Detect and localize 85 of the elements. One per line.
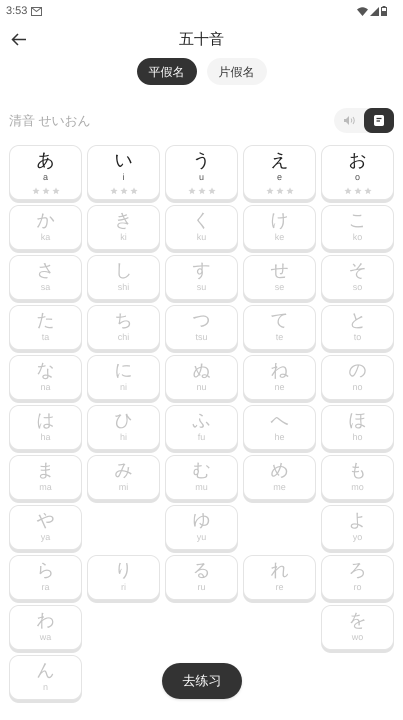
kana-character: を (348, 609, 366, 631)
star-icon (364, 187, 372, 195)
kana-card[interactable]: い i (87, 145, 160, 200)
star-icon (130, 187, 138, 195)
kana-character: も (348, 459, 366, 481)
kana-character: ぬ (192, 359, 210, 381)
wifi-icon (357, 6, 368, 16)
note-icon (374, 115, 384, 126)
kana-character: る (192, 559, 210, 581)
mail-icon (31, 6, 42, 16)
tab[interactable]: 平假名 (136, 58, 196, 85)
section-title: 清音 せいおん (9, 112, 91, 130)
kana-character: ほ (348, 409, 366, 431)
kana-character: つ (192, 309, 210, 331)
kana-character: ひ (114, 409, 132, 431)
battery-icon (381, 6, 387, 16)
practice-button[interactable]: 去练习 (162, 663, 242, 699)
kana-character: ふ (192, 409, 210, 431)
star-icon (32, 187, 40, 195)
star-icon (42, 187, 50, 195)
back-arrow-icon[interactable] (11, 33, 27, 46)
kana-character: い (114, 149, 132, 171)
status-time: 3:53 (6, 4, 28, 19)
kana-character: わ (36, 609, 54, 631)
star-icon (110, 187, 118, 195)
romaji-label: i (122, 171, 124, 183)
kana-character: へ (270, 409, 288, 431)
star-icon (276, 187, 284, 195)
romaji-label: a (42, 171, 48, 183)
kana-character: う (192, 149, 210, 171)
kana-character: あ (36, 149, 54, 171)
kana-character: と (348, 309, 366, 331)
tab[interactable]: 片假名 (206, 58, 266, 85)
kana-character: え (270, 149, 288, 171)
kana-card[interactable]: え e (243, 145, 316, 200)
kana-character: に (114, 359, 132, 381)
kana-card[interactable]: う u (165, 145, 238, 200)
romaji-label: o (354, 171, 360, 183)
kana-character: き (114, 209, 132, 231)
star-icon (208, 187, 216, 195)
speaker-icon (344, 116, 354, 125)
kana-character: よ (348, 509, 366, 531)
kana-character: お (348, 149, 366, 171)
kana-character: ら (36, 559, 54, 581)
kana-character: ま (36, 459, 54, 481)
kana-character: ち (114, 309, 132, 331)
kana-character: り (114, 559, 132, 581)
kana-character: む (192, 459, 210, 481)
kana-character: さ (36, 259, 54, 281)
star-icon (52, 187, 60, 195)
kana-character: は (36, 409, 54, 431)
kana-character: や (36, 509, 54, 531)
kana-character: め (270, 459, 288, 481)
signal-icon (370, 6, 379, 16)
kana-card[interactable]: お o (321, 145, 394, 200)
kana-character: れ (270, 559, 288, 581)
kana-character: か (36, 209, 54, 231)
star-icon (354, 187, 362, 195)
page-title: 五十音 (179, 30, 224, 50)
kana-character: ろ (348, 559, 366, 581)
kana-character: そ (348, 259, 366, 281)
kana-character: ん (36, 659, 54, 681)
kana-character: て (270, 309, 288, 331)
kana-character: み (114, 459, 132, 481)
kana-character: せ (270, 259, 288, 281)
kana-character: し (114, 259, 132, 281)
star-icon (198, 187, 206, 195)
star-icon (286, 187, 294, 195)
card-mode-button[interactable] (364, 108, 394, 133)
kana-character: こ (348, 209, 366, 231)
star-icon (266, 187, 274, 195)
kana-character: ゆ (192, 509, 210, 531)
romaji-label: e (276, 171, 282, 183)
kana-character: ね (270, 359, 288, 381)
star-icon (344, 187, 352, 195)
kana-character: く (192, 209, 210, 231)
star-icon (120, 187, 128, 195)
kana-character: な (36, 359, 54, 381)
kana-character: す (192, 259, 210, 281)
kana-character: け (270, 209, 288, 231)
kana-character: た (36, 309, 54, 331)
star-icon (188, 187, 196, 195)
romaji-label: u (198, 171, 204, 183)
kana-card[interactable]: あ a (9, 145, 82, 200)
kana-character: の (348, 359, 366, 381)
